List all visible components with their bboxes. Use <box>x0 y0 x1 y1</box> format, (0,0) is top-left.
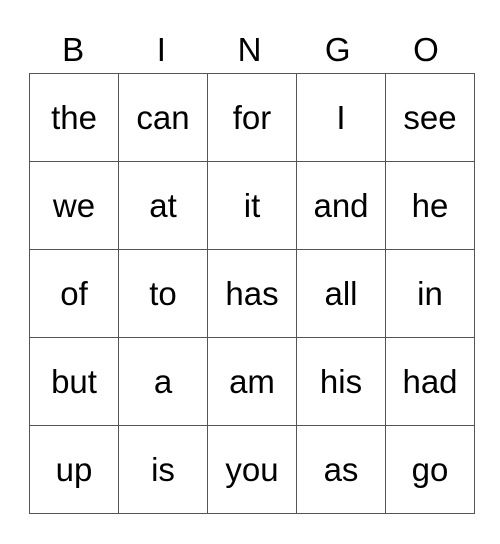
bingo-cell: at <box>118 161 208 250</box>
bingo-cell: he <box>385 161 475 250</box>
bingo-cell: in <box>385 249 475 338</box>
grid-row: we at it and he <box>29 161 475 250</box>
bingo-cell: up <box>29 425 119 514</box>
bingo-cell: for <box>207 73 297 162</box>
bingo-cell: we <box>29 161 119 250</box>
bingo-cell: am <box>207 337 297 426</box>
bingo-cell: all <box>296 249 386 338</box>
grid-row: but a am his had <box>29 337 475 426</box>
bingo-cell: has <box>207 249 297 338</box>
header-letter-o: O <box>413 31 439 68</box>
bingo-cell: the <box>29 73 119 162</box>
bingo-cell: his <box>296 337 386 426</box>
bingo-cell: as <box>296 425 386 514</box>
header-letter-g: G <box>324 31 351 68</box>
bingo-cell: it <box>207 161 297 250</box>
bingo-grid: the can for Isee we at it and he of to has all in but a… <box>29 73 475 514</box>
bingo-cell: but <box>29 337 119 426</box>
grid-row: of to has all in <box>29 249 475 338</box>
header-letter-i: I <box>156 31 166 68</box>
bingo-cell: go <box>385 425 475 514</box>
bingo-cell: to <box>118 249 208 338</box>
bingo-cell: a <box>118 337 208 426</box>
grid-row: the can for Isee <box>29 73 475 162</box>
grid-row: up is you as go <box>29 425 475 514</box>
bingo-cell: can <box>118 73 208 162</box>
bingo-cell: of <box>29 249 119 338</box>
bingo-cell: see <box>385 73 475 162</box>
bingo-cell: had <box>385 337 475 426</box>
bingo-cell: and <box>296 161 386 250</box>
header-letter-n: N <box>237 31 262 68</box>
bingo-cell: you <box>207 425 297 514</box>
bingo-cell: I <box>296 73 386 162</box>
bingo-header: B I N G O <box>29 30 470 70</box>
bingo-cell: is <box>118 425 208 514</box>
header-letter-b: B <box>62 31 85 68</box>
